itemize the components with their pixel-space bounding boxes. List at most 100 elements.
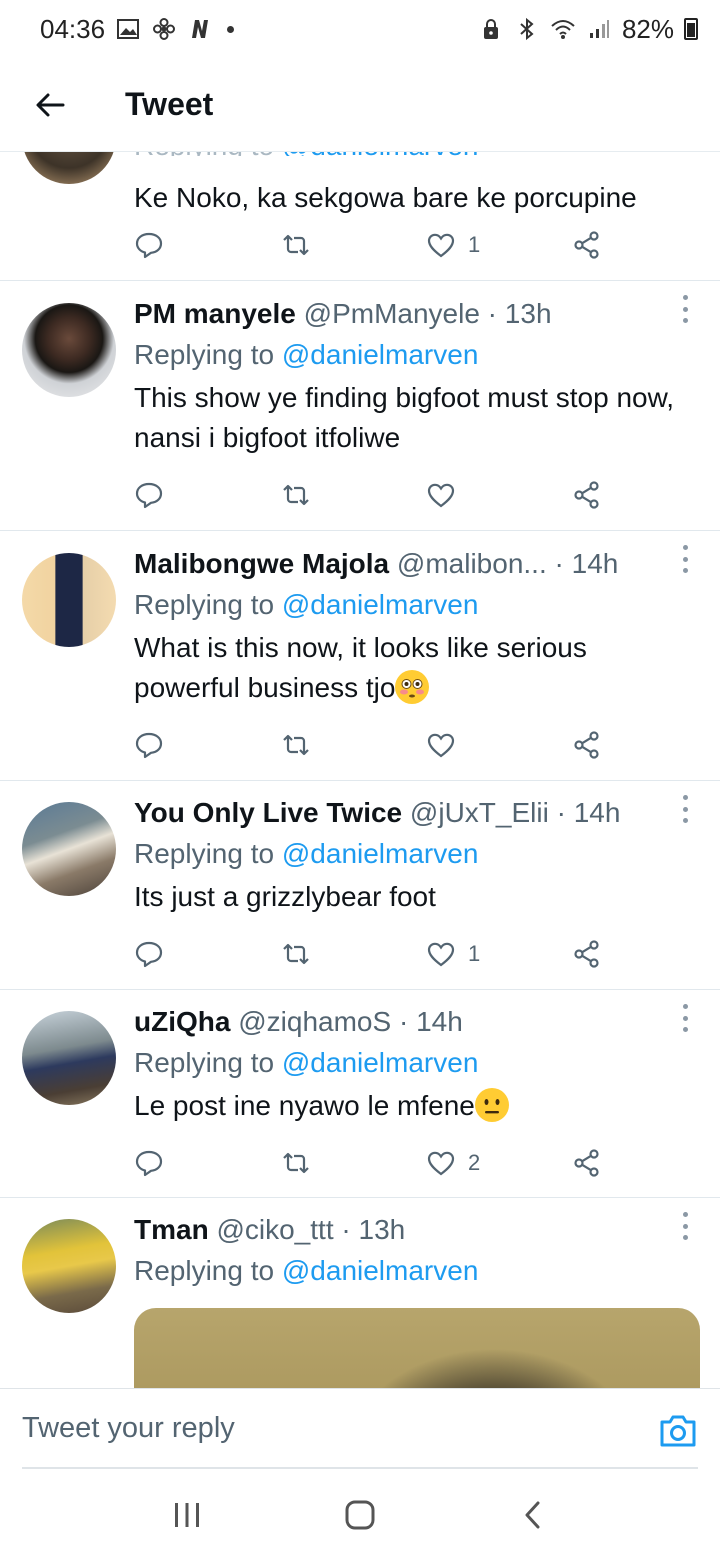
tweet[interactable]: uZiQha @ziqhamoS · 14h Replying to @dani… <box>0 990 720 1198</box>
reply-prefix: Replying to <box>134 838 282 869</box>
reply-line: Replying to @danielmarven <box>134 584 698 626</box>
reply-button[interactable] <box>134 725 164 765</box>
reply-feed[interactable]: Replying to @danielmarven Ke Noko, ka se… <box>0 0 720 1388</box>
user-handle[interactable]: @ziqhamoS <box>238 1006 391 1037</box>
tweet[interactable]: Tman @ciko_ttt · 13h Replying to @daniel… <box>0 1198 720 1388</box>
tweet-meta: Malibongwe Majola @malibon... · 14h <box>134 544 698 584</box>
back-button[interactable] <box>0 58 100 152</box>
user-handle[interactable]: @ciko_ttt <box>216 1214 333 1245</box>
tweet-meta: You Only Live Twice @jUxT_Elii · 14h <box>134 793 698 833</box>
reply-button[interactable] <box>134 475 164 515</box>
share-button[interactable] <box>572 725 602 765</box>
display-name[interactable]: PM manyele <box>134 298 296 329</box>
share-icon <box>574 231 599 259</box>
mention-link[interactable]: @danielmarven <box>282 1047 479 1078</box>
more-options-icon[interactable] <box>680 795 690 823</box>
reply-line: Replying to @danielmarven <box>134 833 698 875</box>
share-button[interactable] <box>572 225 602 265</box>
tweet-meta: PM manyele @PmManyele · 13h <box>134 294 698 334</box>
home-icon[interactable] <box>330 1485 390 1545</box>
reply-prefix: Replying to <box>134 589 282 620</box>
recent-apps-icon[interactable] <box>157 1485 217 1545</box>
mention-link[interactable]: @danielmarven <box>282 339 479 370</box>
like-button[interactable]: 1 <box>426 225 480 265</box>
user-handle[interactable]: @malibon... <box>397 548 547 579</box>
reply-line: Replying to @danielmarven <box>134 334 698 376</box>
reply-icon <box>135 732 163 759</box>
avatar[interactable] <box>22 1011 116 1105</box>
avatar[interactable] <box>22 802 116 896</box>
tweet[interactable]: You Only Live Twice @jUxT_Elii · 14h Rep… <box>0 781 720 990</box>
like-button[interactable]: 1 <box>426 934 480 974</box>
tweet-time: 14h <box>573 797 621 828</box>
reply-input[interactable] <box>22 1403 622 1453</box>
meta-separator: · <box>333 1214 359 1245</box>
reply-line: Replying to @danielmarven <box>134 1250 698 1292</box>
retweet-button[interactable] <box>280 1143 312 1183</box>
tweet-time: 14h <box>571 548 619 579</box>
display-name[interactable]: Tman <box>134 1214 209 1245</box>
more-options-icon[interactable] <box>680 545 690 573</box>
display-name[interactable]: Malibongwe Majola <box>134 548 389 579</box>
retweet-button[interactable] <box>280 475 312 515</box>
avatar[interactable] <box>22 1219 116 1313</box>
reply-line: Replying to @danielmarven <box>134 1042 698 1084</box>
tweet-partial[interactable]: Replying to @danielmarven Ke Noko, ka se… <box>0 90 720 281</box>
avatar[interactable] <box>22 553 116 647</box>
retweet-button[interactable] <box>280 725 312 765</box>
tweet[interactable]: Malibongwe Majola @malibon... · 14h Repl… <box>0 531 720 781</box>
tweet-text: What is this now, it looks like serious … <box>134 632 587 703</box>
tweet-media-image[interactable] <box>134 1308 700 1388</box>
like-button[interactable]: 2 <box>426 1143 480 1183</box>
user-handle[interactable]: @PmManyele <box>304 298 480 329</box>
retweet-button[interactable] <box>280 225 312 265</box>
tweet-meta: uZiQha @ziqhamoS · 14h <box>134 1002 698 1042</box>
display-name[interactable]: You Only Live Twice <box>134 797 402 828</box>
mention-link[interactable]: @danielmarven <box>282 1255 479 1286</box>
heart-icon <box>427 942 455 967</box>
share-button[interactable] <box>572 475 602 515</box>
share-button[interactable] <box>572 1143 602 1183</box>
share-button[interactable] <box>572 934 602 974</box>
reply-icon <box>135 1150 163 1177</box>
share-icon <box>574 940 599 968</box>
more-options-icon[interactable] <box>680 1004 690 1032</box>
share-icon <box>574 731 599 759</box>
mention-link[interactable]: @danielmarven <box>282 838 479 869</box>
heart-icon <box>427 733 455 758</box>
like-button[interactable] <box>426 725 468 765</box>
more-options-icon[interactable] <box>680 1212 690 1240</box>
reply-prefix: Replying to <box>134 1255 282 1286</box>
mention-link[interactable]: @danielmarven <box>282 589 479 620</box>
tweet-actions <box>134 725 614 765</box>
camera-icon[interactable] <box>658 1413 698 1449</box>
share-icon <box>574 481 599 509</box>
share-icon <box>574 1149 599 1177</box>
reply-button[interactable] <box>134 934 164 974</box>
media-fur-shape <box>344 1348 644 1388</box>
reply-button[interactable] <box>134 1143 164 1183</box>
reply-prefix: Replying to <box>134 339 282 370</box>
avatar[interactable] <box>22 303 116 397</box>
like-button[interactable] <box>426 475 468 515</box>
retweet-button[interactable] <box>280 934 312 974</box>
more-options-icon[interactable] <box>680 295 690 323</box>
heart-icon <box>427 483 455 508</box>
meta-separator: · <box>391 1006 417 1037</box>
user-handle[interactable]: @jUxT_Elii <box>410 797 549 828</box>
meta-separator: · <box>546 548 572 579</box>
tweet-text: Le post ine nyawo le mfene <box>134 1090 475 1121</box>
reply-composer <box>0 1388 720 1469</box>
reply-button[interactable] <box>134 225 164 265</box>
composer-underline <box>22 1467 698 1469</box>
retweet-icon <box>283 484 309 506</box>
back-icon[interactable] <box>503 1485 563 1545</box>
tweet-meta: Tman @ciko_ttt · 13h <box>134 1210 698 1250</box>
display-name[interactable]: uZiQha <box>134 1006 230 1037</box>
like-count: 2 <box>468 1150 481 1175</box>
tweet-text-container: What is this now, it looks like serious … <box>134 628 698 708</box>
reply-icon <box>135 482 163 509</box>
like-count: 1 <box>468 941 481 966</box>
tweet[interactable]: PM manyele @PmManyele · 13h Replying to … <box>0 281 720 531</box>
system-nav-bar <box>0 1470 720 1560</box>
